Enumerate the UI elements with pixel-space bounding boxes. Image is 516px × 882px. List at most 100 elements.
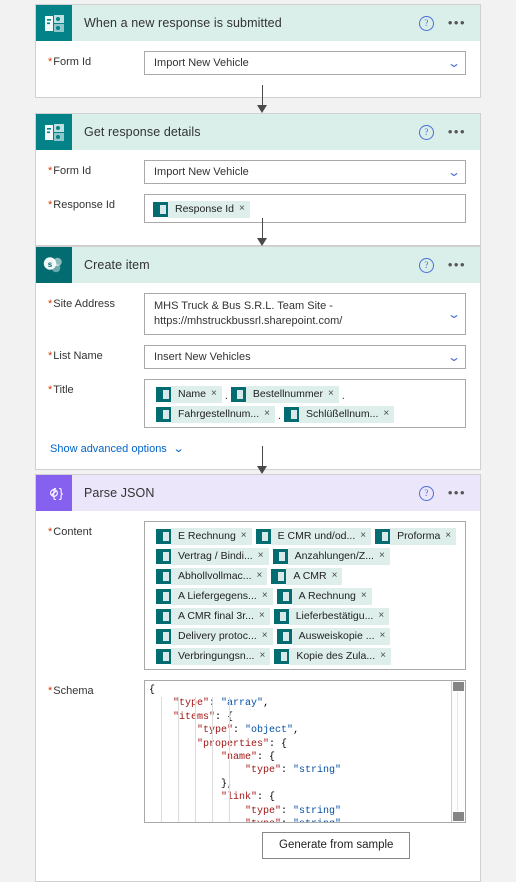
- code-line: "name": {: [149, 751, 465, 764]
- close-icon[interactable]: ×: [445, 529, 451, 543]
- dynamic-content-token[interactable]: A Liefergegens... ×: [156, 587, 273, 605]
- ellipsis-icon[interactable]: •••: [448, 258, 466, 271]
- close-icon[interactable]: ×: [239, 202, 245, 216]
- response-id-token-input[interactable]: Response Id ×: [144, 194, 466, 223]
- flow-card-create-item[interactable]: s Create item ? ••• *Site Address MHS Tr…: [35, 246, 481, 470]
- field-control: { "type": "array", "items": { "type": "o…: [144, 680, 466, 859]
- card-header[interactable]: Get response details ? •••: [36, 114, 480, 150]
- ellipsis-icon[interactable]: •••: [448, 486, 466, 499]
- title-token-input[interactable]: Name ×. Bestellnummer ×. Fahrgestellnum... ×.…: [144, 379, 466, 428]
- chevron-down-icon[interactable]: ⌄: [447, 165, 461, 179]
- microsoft-forms-token-icon: [272, 548, 288, 564]
- close-icon[interactable]: ×: [264, 407, 270, 421]
- schema-scrollbar[interactable]: [451, 681, 465, 822]
- chevron-down-icon[interactable]: ⌄: [447, 56, 461, 70]
- close-icon[interactable]: ×: [361, 589, 367, 603]
- close-icon[interactable]: ×: [241, 529, 247, 543]
- dynamic-content-token[interactable]: Delivery protoc... ×: [156, 627, 273, 645]
- form-id-dropdown[interactable]: Import New Vehicle ⌄: [144, 51, 466, 75]
- chevron-down-icon[interactable]: ⌄: [447, 350, 461, 364]
- close-icon[interactable]: ×: [360, 529, 366, 543]
- microsoft-forms-token-icon: [153, 201, 168, 217]
- close-icon[interactable]: ×: [258, 549, 264, 563]
- field-label: *Title: [48, 379, 144, 396]
- dynamic-content-token[interactable]: Proforma ×: [375, 527, 457, 545]
- close-icon[interactable]: ×: [380, 649, 386, 663]
- dynamic-content-token[interactable]: Ausweiskopie ... ×: [276, 627, 391, 645]
- dynamic-content-token[interactable]: Schlüßellnum... ×: [284, 405, 395, 423]
- dynamic-content-token[interactable]: Anzahlungen/Z... ×: [272, 547, 390, 565]
- close-icon[interactable]: ×: [257, 569, 263, 583]
- generate-from-sample-button[interactable]: Generate from sample: [262, 832, 411, 859]
- close-icon[interactable]: ×: [262, 629, 268, 643]
- code-line: "type": "string": [149, 805, 465, 818]
- help-circle-icon[interactable]: ?: [418, 485, 434, 501]
- schema-code-editor[interactable]: { "type": "array", "items": { "type": "o…: [144, 680, 466, 823]
- chevron-down-icon[interactable]: ⌄: [447, 307, 461, 321]
- dynamic-content-token[interactable]: Verbringungsn... ×: [156, 647, 271, 665]
- form-id-dropdown[interactable]: Import New Vehicle ⌄: [144, 160, 466, 184]
- code-line: "type": "string": [149, 764, 465, 777]
- close-icon[interactable]: ×: [259, 609, 265, 623]
- flow-canvas: When a new response is submitted ? ••• *…: [0, 0, 516, 882]
- dynamic-content-token[interactable]: Abhollvollmac... ×: [156, 567, 268, 585]
- field-label-text: Form Id: [53, 56, 92, 68]
- dynamic-content-token[interactable]: Name ×: [156, 385, 222, 403]
- site-address-line1: MHS Truck & Bus S.R.L. Team Site -: [154, 300, 333, 312]
- show-advanced-options-link[interactable]: Show advanced options ⌄: [48, 438, 184, 457]
- dynamic-content-token[interactable]: E Rechnung ×: [156, 527, 252, 545]
- help-circle-icon[interactable]: ?: [418, 15, 434, 31]
- required-asterisk: *: [48, 384, 53, 396]
- dynamic-content-token[interactable]: Vertrag / Bindi... ×: [156, 547, 269, 565]
- close-icon[interactable]: ×: [259, 649, 265, 663]
- close-icon[interactable]: ×: [211, 387, 217, 401]
- site-address-dropdown[interactable]: MHS Truck & Bus S.R.L. Team Site - https…: [144, 293, 466, 335]
- help-circle-icon[interactable]: ?: [418, 124, 434, 140]
- dynamic-content-token[interactable]: Fahrgestellnum... ×: [156, 405, 275, 423]
- code-token: "object": [245, 725, 294, 737]
- token-text: A CMR final 3r...: [178, 609, 254, 622]
- dynamic-content-token[interactable]: Bestellnummer ×: [230, 385, 339, 403]
- help-circle-icon[interactable]: ?: [418, 257, 434, 273]
- dynamic-content-token[interactable]: A CMR ×: [271, 567, 343, 585]
- content-token-input[interactable]: E Rechnung × E CMR und/od... × Proforma × Vert…: [144, 521, 466, 670]
- microsoft-forms-token-icon: [284, 406, 300, 422]
- dynamic-content-token[interactable]: Lieferbestätigu... ×: [273, 607, 390, 625]
- card-header-actions: ? •••: [418, 485, 480, 501]
- card-header[interactable]: When a new response is submitted ? •••: [36, 5, 480, 41]
- token-text: Name: [178, 387, 207, 400]
- flow-card-trigger[interactable]: When a new response is submitted ? ••• *…: [35, 4, 481, 98]
- field-label: *Content: [48, 521, 144, 538]
- ellipsis-icon[interactable]: •••: [448, 16, 466, 29]
- code-token: {: [149, 685, 156, 696]
- code-token: : {: [269, 738, 288, 750]
- close-icon[interactable]: ×: [383, 407, 389, 421]
- list-name-dropdown[interactable]: Insert New Vehicles ⌄: [144, 345, 466, 369]
- close-icon[interactable]: ×: [332, 569, 338, 583]
- field-control: Response Id ×: [144, 194, 466, 223]
- card-header[interactable]: s Create item ? •••: [36, 247, 480, 283]
- dynamic-content-token[interactable]: E CMR und/od... ×: [255, 527, 372, 545]
- ellipsis-icon[interactable]: •••: [448, 125, 466, 138]
- close-icon[interactable]: ×: [262, 589, 268, 603]
- close-icon[interactable]: ×: [378, 609, 384, 623]
- required-asterisk: *: [48, 56, 53, 68]
- scroll-up-button[interactable]: [453, 682, 464, 691]
- flow-card-parse-json[interactable]: { x } Parse JSON ? ••• *Content E Rechnu…: [35, 474, 481, 882]
- field-control: Import New Vehicle ⌄: [144, 51, 466, 75]
- chevron-down-icon[interactable]: ⌄: [172, 442, 184, 455]
- card-body: *Site Address MHS Truck & Bus S.R.L. Tea…: [36, 283, 480, 469]
- token-label: Name ×: [171, 385, 222, 403]
- dynamic-content-token[interactable]: A CMR final 3r... ×: [156, 607, 270, 625]
- scroll-down-button[interactable]: [453, 812, 464, 821]
- dynamic-content-token[interactable]: Kopie des Zula... ×: [274, 647, 391, 665]
- token-text: E CMR und/od...: [277, 529, 356, 542]
- field-control: MHS Truck & Bus S.R.L. Team Site - https…: [144, 293, 466, 335]
- dynamic-content-token[interactable]: A Rechnung ×: [276, 587, 372, 605]
- close-icon[interactable]: ×: [328, 387, 334, 401]
- close-icon[interactable]: ×: [380, 629, 386, 643]
- card-header[interactable]: { x } Parse JSON ? •••: [36, 475, 480, 511]
- dynamic-content-token[interactable]: Response Id ×: [153, 200, 250, 218]
- close-icon[interactable]: ×: [379, 549, 385, 563]
- form-id-value: Import New Vehicle: [154, 56, 249, 69]
